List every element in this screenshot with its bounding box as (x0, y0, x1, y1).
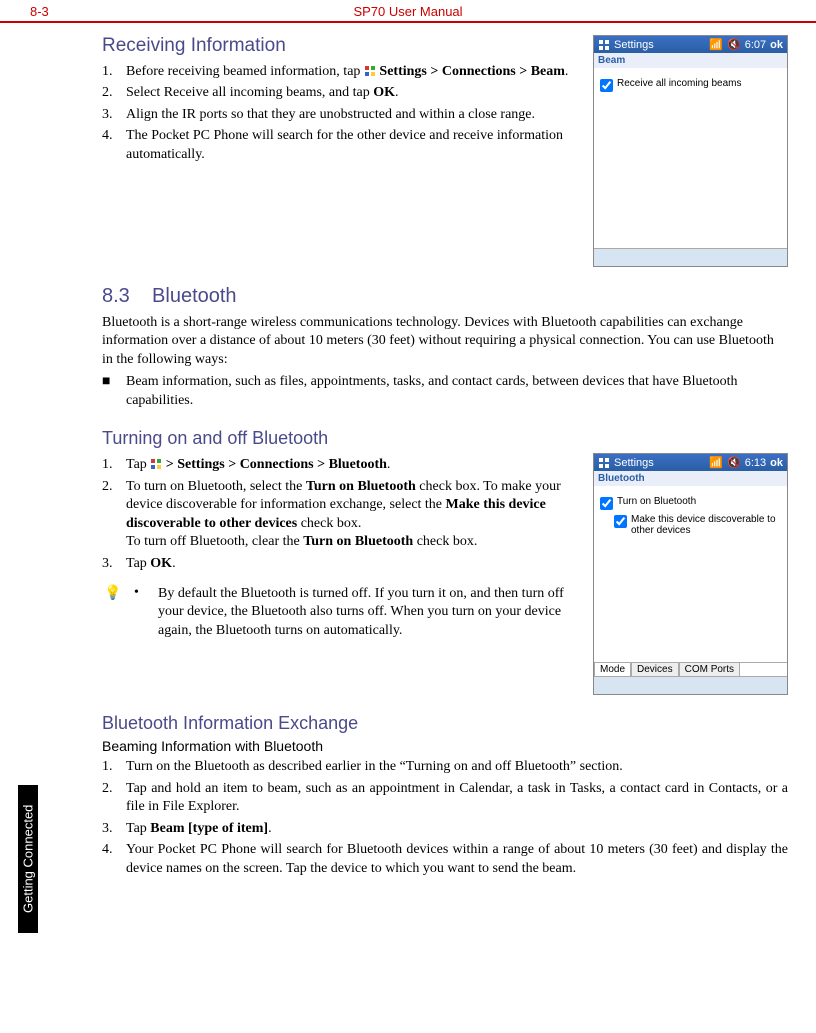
tab-mode[interactable]: Mode (594, 662, 631, 676)
bluetooth-steps: 1. Tap > Settings > Connections > Blueto… (102, 456, 577, 573)
tab-com-ports[interactable]: COM Ports (679, 662, 740, 676)
lightbulb-icon: 💡 (102, 585, 124, 640)
heading-bt-info-exchange: Bluetooth Information Exchange (102, 713, 788, 734)
list-item: 1. Tap > Settings > Connections > Blueto… (102, 456, 577, 474)
list-item: ■ Beam information, such as files, appoi… (102, 373, 788, 410)
sip-bar (594, 676, 787, 694)
start-icon (598, 39, 610, 51)
chapter-tab: Getting Connected (18, 785, 38, 933)
list-item: 4. Your Pocket PC Phone will search for … (102, 841, 788, 878)
screenshot-subtitle: Bluetooth (594, 471, 787, 486)
list-item: 2. Tap and hold an item to beam, such as… (102, 780, 788, 817)
screenshot-bluetooth-settings: Settings 📶 🔇 6:13 ok Bluetooth Turn on B… (593, 453, 788, 695)
bluetooth-uses-list: ■ Beam information, such as files, appoi… (102, 373, 788, 410)
start-icon (598, 457, 610, 469)
sip-bar (594, 248, 787, 266)
clock-time: 6:13 (745, 457, 766, 469)
heading-receiving-information: Receiving Information (102, 35, 577, 57)
list-item: 3. Align the IR ports so that they are u… (102, 106, 577, 124)
tab-devices[interactable]: Devices (631, 662, 679, 676)
page-header: 8-3 SP70 User Manual (0, 0, 816, 21)
screenshot-tabs: Mode Devices COM Ports (594, 662, 787, 676)
list-item: 3. Tap Beam [type of item]. (102, 820, 788, 838)
ok-button[interactable]: ok (770, 457, 783, 469)
list-item: 2. Select Receive all incoming beams, an… (102, 84, 577, 102)
heading-bluetooth: 8.3 Bluetooth (102, 285, 788, 308)
start-icon (150, 458, 162, 470)
list-item: 2. To turn on Bluetooth, select the Turn… (102, 478, 577, 552)
bt-beaming-steps: 1. Turn on the Bluetooth as described ea… (102, 758, 788, 878)
tip-note: 💡 • By default the Bluetooth is turned o… (102, 585, 577, 640)
screenshot-titlebar: Settings 📶 🔇 6:07 ok (594, 36, 787, 53)
screenshot-titlebar: Settings 📶 🔇 6:13 ok (594, 454, 787, 471)
heading-turning-bluetooth: Turning on and off Bluetooth (102, 428, 788, 449)
subhead-beaming-bt: Beaming Information with Bluetooth (102, 738, 788, 754)
list-item: 3. Tap OK. (102, 555, 577, 573)
speaker-icon: 🔇 (727, 456, 741, 469)
signal-icon: 📶 (709, 456, 723, 469)
signal-icon: 📶 (709, 38, 723, 51)
discoverable-checkbox[interactable]: Make this device discoverable to other d… (614, 514, 781, 536)
screenshot-beam-settings: Settings 📶 🔇 6:07 ok Beam Receive all in… (593, 35, 788, 267)
ok-button[interactable]: ok (770, 39, 783, 51)
bluetooth-intro: Bluetooth is a short-range wireless comm… (102, 314, 788, 369)
start-icon (364, 65, 376, 77)
receiving-info-steps: 1. Before receiving beamed information, … (102, 63, 577, 164)
manual-title: SP70 User Manual (353, 4, 462, 19)
screenshot-subtitle: Beam (594, 53, 787, 68)
clock-time: 6:07 (745, 39, 766, 51)
page-number: 8-3 (30, 4, 49, 19)
turn-on-bluetooth-checkbox[interactable]: Turn on Bluetooth (600, 496, 781, 510)
list-item: 4. The Pocket PC Phone will search for t… (102, 127, 577, 164)
receive-beams-checkbox[interactable]: Receive all incoming beams (600, 78, 781, 92)
list-item: 1. Turn on the Bluetooth as described ea… (102, 758, 788, 776)
speaker-icon: 🔇 (727, 38, 741, 51)
list-item: 1. Before receiving beamed information, … (102, 63, 577, 81)
